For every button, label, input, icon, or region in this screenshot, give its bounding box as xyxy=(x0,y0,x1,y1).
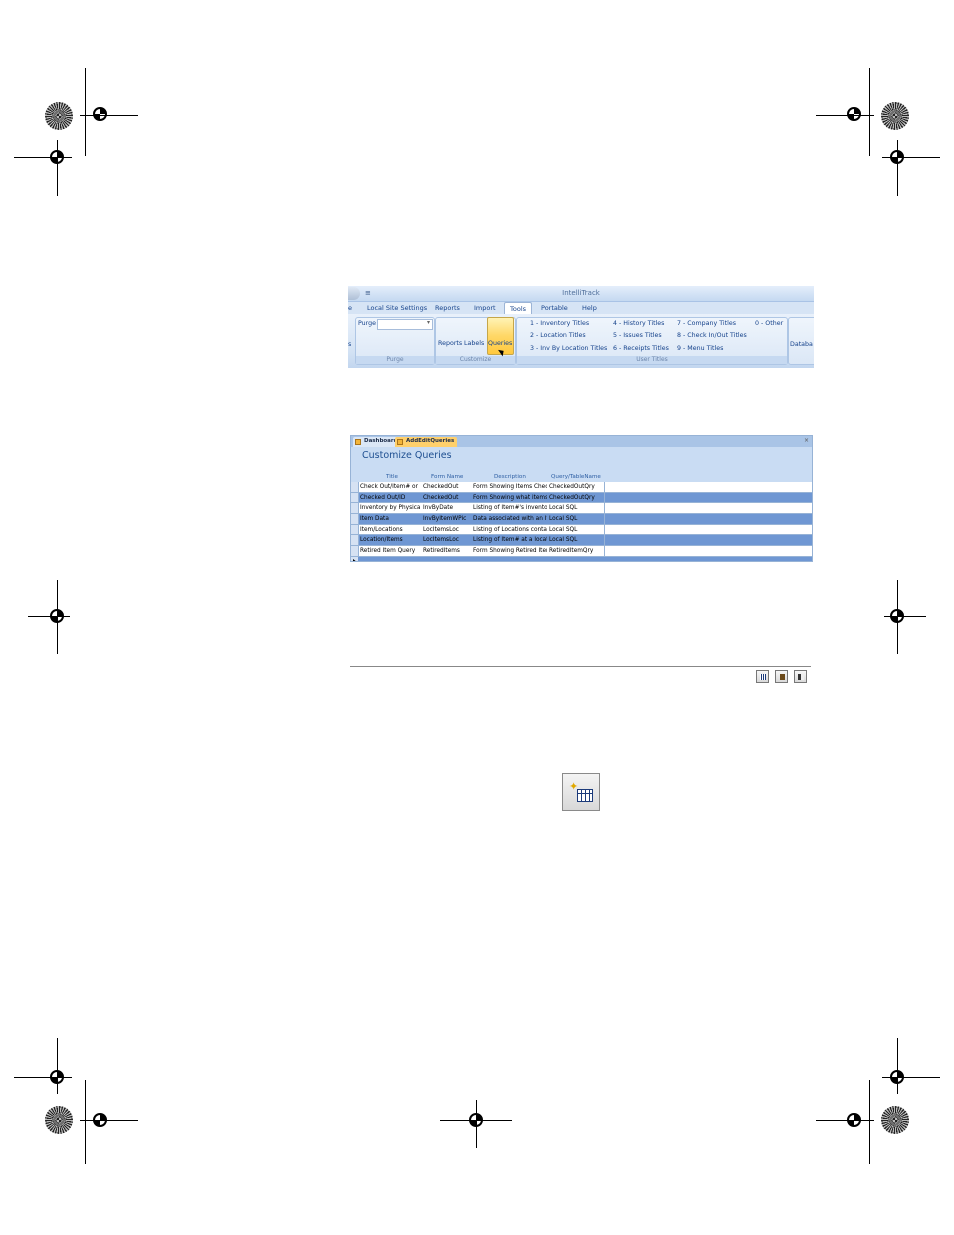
registration-mark-icon xyxy=(41,1061,73,1093)
registration-mark-icon xyxy=(460,1104,492,1136)
registration-star-icon xyxy=(45,102,73,130)
purge-field-label: Purge xyxy=(358,320,377,327)
record-selector[interactable] xyxy=(351,546,359,556)
user-title-item[interactable]: 9 - Menu Titles xyxy=(677,345,723,352)
chevron-down-icon: ▾ xyxy=(426,319,430,326)
registration-star-icon xyxy=(881,102,909,130)
new-query-button[interactable] xyxy=(756,670,769,683)
registration-mark-icon xyxy=(881,1061,913,1093)
column-headers: Title Form Name Description Query/TableN… xyxy=(351,474,812,482)
registration-mark-icon xyxy=(881,141,913,173)
form-toolbar xyxy=(350,666,811,686)
customize-reports-button[interactable]: Reports xyxy=(438,340,462,347)
column-header-form-name: Form Name xyxy=(431,474,464,480)
registration-star-icon xyxy=(881,1106,909,1134)
user-title-item[interactable]: 8 - Check In/Out Titles xyxy=(677,332,747,339)
delete-icon xyxy=(780,674,785,680)
tab-local-site-settings[interactable]: Local Site Settings xyxy=(367,304,427,312)
table-row[interactable]: Inventory by Physical EntInvByDateListin… xyxy=(351,503,812,515)
column-header-title: Title xyxy=(386,474,398,480)
user-title-item[interactable]: 7 - Company Titles xyxy=(677,320,736,327)
table-row[interactable]: Item Data InvByItemWPic Data associated wi… xyxy=(351,514,812,525)
record-selector[interactable] xyxy=(351,503,359,514)
app-title: IntelliTrack xyxy=(562,289,600,297)
tab-import[interactable]: Import xyxy=(474,304,496,312)
exit-button[interactable] xyxy=(794,670,807,683)
user-title-item[interactable]: 5 - Issues Titles xyxy=(613,332,662,339)
table-row[interactable]: Retired Item Query RetiredItems Form Showi… xyxy=(351,546,812,557)
customize-queries-button[interactable]: Queries xyxy=(488,340,512,347)
doc-tab-dashboard[interactable]: Dashboard xyxy=(353,437,401,447)
registration-mark-icon xyxy=(41,600,73,632)
tab-cut-left[interactable]: e xyxy=(348,304,352,312)
registration-mark-icon xyxy=(84,1104,116,1136)
database-button[interactable]: Databa xyxy=(790,341,813,348)
form-title: Customize Queries xyxy=(362,450,452,461)
queries-table: Check Out/Item# or IteCheckedOutForm Sho… xyxy=(351,482,812,561)
document-tabs: Dashboard AddEditQueries × xyxy=(351,436,812,447)
record-selector[interactable] xyxy=(351,492,359,503)
form-icon xyxy=(397,439,403,445)
record-selector[interactable] xyxy=(351,524,359,535)
customize-queries-form: Dashboard AddEditQueries × Customize Que… xyxy=(350,435,813,562)
user-title-item[interactable]: 1 - Inventory Titles xyxy=(530,320,589,327)
table-row[interactable]: Checked Out/ID CheckedOut Form Showing wha… xyxy=(351,492,812,504)
new-query-button-enlarged[interactable]: ✦ xyxy=(562,773,600,811)
registration-mark-icon xyxy=(881,600,913,632)
ribbon-screenshot: ≡ IntelliTrack e Local Site Settings Rep… xyxy=(348,286,814,368)
column-header-query: Query/TableName xyxy=(551,474,601,480)
user-title-item[interactable]: 0 - Other xyxy=(755,320,783,327)
registration-mark-icon xyxy=(84,98,116,130)
record-selector[interactable] xyxy=(351,535,359,546)
tab-reports[interactable]: Reports xyxy=(435,304,460,312)
new-query-icon xyxy=(577,789,593,802)
title-bar: ≡ IntelliTrack xyxy=(348,286,814,302)
record-selector[interactable] xyxy=(351,482,359,492)
close-icon[interactable]: × xyxy=(804,437,809,444)
user-title-item[interactable]: 6 - Receipts Titles xyxy=(613,345,669,352)
registration-mark-icon xyxy=(838,98,870,130)
ribbon-body: s Purge Purge ▾ Customize Reports Labels… xyxy=(348,314,814,368)
group-customize-label: Customize xyxy=(436,356,515,364)
tab-portable[interactable]: Portable xyxy=(541,304,568,312)
registration-mark-icon xyxy=(838,1104,870,1136)
registration-mark-icon xyxy=(41,141,73,173)
user-title-item[interactable]: 2 - Location Titles xyxy=(530,332,586,339)
user-title-item[interactable]: 4 - History Titles xyxy=(613,320,664,327)
doc-tab-addeditqueries[interactable]: AddEditQueries xyxy=(395,437,458,447)
column-header-description: Description xyxy=(494,474,526,480)
registration-star-icon xyxy=(45,1106,73,1134)
purge-dropdown[interactable]: ▾ xyxy=(377,319,433,330)
group-user-titles-label: User Titles xyxy=(517,356,787,364)
user-title-item[interactable]: 3 - Inv By Location Titles xyxy=(530,345,607,352)
exit-icon xyxy=(798,674,804,680)
record-selector[interactable] xyxy=(351,514,359,524)
new-query-icon xyxy=(760,674,766,680)
new-record-arrow-icon xyxy=(353,558,357,561)
delete-button[interactable] xyxy=(775,670,788,683)
table-row[interactable]: Check Out/Item# or IteCheckedOutForm Sho… xyxy=(351,482,812,493)
group-purge-label: Purge xyxy=(356,356,434,364)
table-row[interactable]: Item/Locations LocItemsLoc Listing of Loca… xyxy=(351,524,812,536)
form-icon xyxy=(355,439,361,445)
table-row[interactable]: Location/Items LocItemsLoc Listing of Item… xyxy=(351,535,812,547)
left-cut-label: s xyxy=(348,341,352,348)
new-record-row[interactable] xyxy=(351,556,812,561)
customize-labels-button[interactable]: Labels xyxy=(464,340,484,347)
divider xyxy=(350,666,811,667)
tab-help[interactable]: Help xyxy=(582,304,597,312)
